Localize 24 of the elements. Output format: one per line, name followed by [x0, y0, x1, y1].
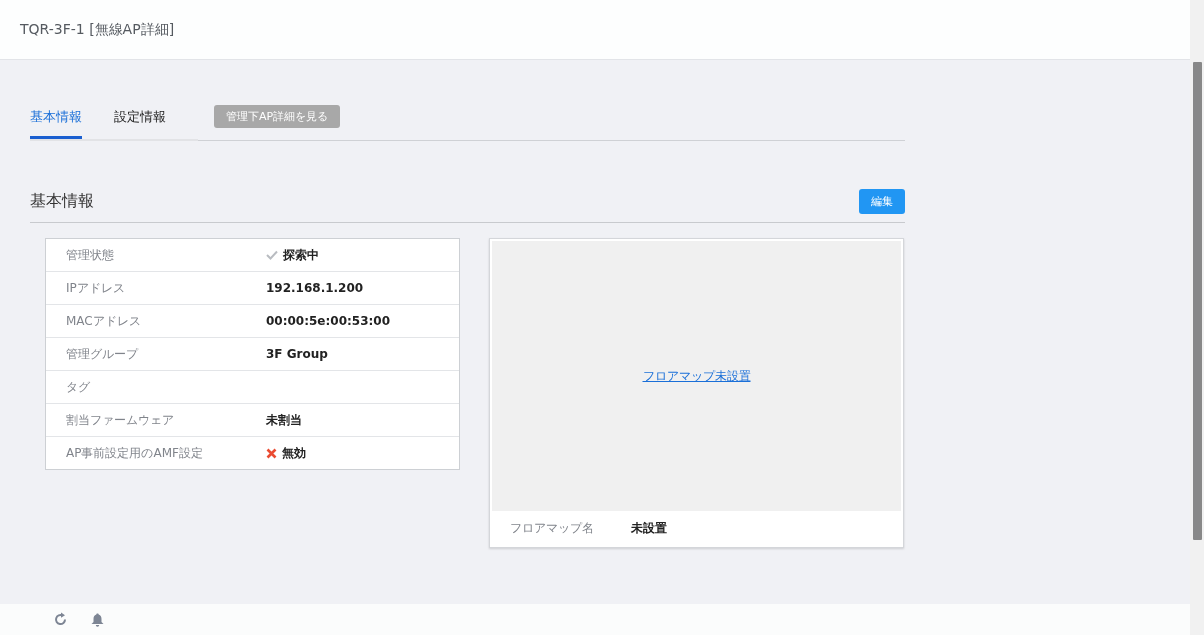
detail-value: 3F Group — [266, 347, 328, 361]
detail-label: AP事前設定用のAMF設定 — [65, 444, 204, 462]
detail-label: タグ — [65, 378, 91, 396]
floor-map-name-label: フロアマップ名 — [510, 519, 595, 537]
tab[interactable]: 基本情報 — [30, 108, 82, 139]
detail-value: 00:00:5e:00:53:00 — [266, 314, 390, 328]
detail-value: 無効 — [282, 444, 306, 462]
detail-label: 管理状態 — [65, 246, 115, 264]
floor-map-link[interactable]: フロアマップ未設置 — [642, 367, 751, 385]
detail-label: 管理グループ — [65, 345, 140, 363]
detail-label: IPアドレス — [65, 279, 126, 297]
window-title: TQR-3F-1 [無線AP詳細] — [20, 20, 175, 39]
refresh-icon[interactable] — [54, 612, 68, 627]
tab[interactable]: 設定情報 — [114, 108, 166, 139]
detail-label: MACアドレス — [65, 312, 142, 330]
floor-map-name-value: 未設置 — [631, 519, 667, 537]
edit-button[interactable]: 編集 — [859, 189, 905, 214]
detail-value: 探索中 — [283, 246, 319, 264]
notification-bell-icon[interactable] — [91, 612, 104, 627]
scrollbar[interactable] — [1190, 0, 1204, 635]
detail-value: 192.168.1.200 — [266, 281, 364, 295]
detail-label: 割当ファームウェア — [65, 411, 175, 429]
detail-value: 未割当 — [266, 411, 302, 429]
section-title: 基本情報 — [30, 191, 94, 212]
